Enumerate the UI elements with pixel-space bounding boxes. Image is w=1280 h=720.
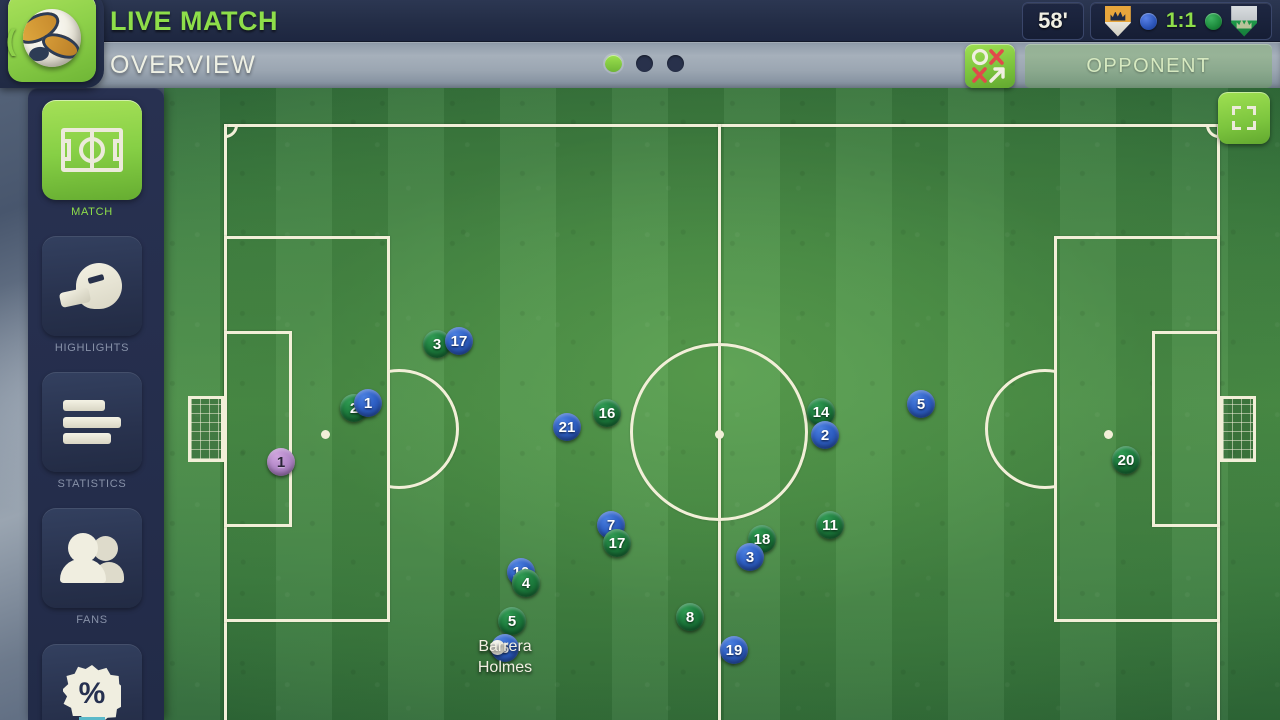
sidebar-item-fans[interactable]: FANS [42,508,142,626]
app-root: 12131721161425207171831110456819Barrera … [0,0,1280,720]
soccer-ball-icon[interactable] [8,0,96,82]
scoreboard[interactable]: 1:1 [1090,2,1272,40]
player-marker[interactable]: 1 [267,448,295,476]
player-marker[interactable]: 8 [676,603,704,631]
section-title: OVERVIEW [110,51,257,79]
player-marker[interactable]: 5 [498,607,526,635]
sidebar-label-statistics: STATISTICS [57,478,127,490]
match-clock: 58' [1022,2,1084,40]
player-marker[interactable]: 19 [720,636,748,664]
left-goal-area [224,331,292,527]
player-marker[interactable]: 3 [736,543,764,571]
right-goal-net [1220,396,1256,462]
whistle-icon [42,236,142,336]
sidebar-label-fans: FANS [76,614,108,626]
player-marker[interactable]: 17 [603,529,631,557]
player-marker[interactable]: 21 [553,413,581,441]
selected-player-name: Barrera Holmes [477,638,533,676]
pitch-view[interactable]: 12131721161425207171831110456819Barrera … [164,88,1280,720]
people-icon [42,508,142,608]
player-marker[interactable]: 5 [907,390,935,418]
pitch-line-top [224,124,1220,127]
player-marker[interactable]: 4 [512,569,540,597]
left-goal-net [188,396,224,462]
percent-badge-icon: % [42,644,142,720]
header: ) LIVE MATCH OVERVIEW 58' 1:1 OPPONENT [0,0,1280,88]
sidebar-label-highlights: HIGHLIGHTS [54,342,130,354]
sidebar-item-match[interactable]: MATCH [42,100,142,218]
right-penalty-spot [1104,430,1113,439]
sidebar-item-statistics[interactable]: STATISTICS [42,372,142,490]
sidebar-label-match: MATCH [71,206,113,218]
pitch-icon [42,100,142,200]
opponent-button[interactable]: OPPONENT [1025,44,1272,88]
center-spot [715,430,724,439]
player-marker[interactable]: 17 [445,327,473,355]
away-possession-dot [1205,12,1223,30]
home-possession-dot [1139,12,1157,30]
fullscreen-icon[interactable] [1218,92,1270,144]
score-value: 1:1 [1165,9,1197,32]
sidebar-item-percent[interactable]: % [42,644,142,720]
sidebar-item-highlights[interactable]: HIGHLIGHTS [42,236,142,354]
player-marker[interactable]: 16 [593,399,621,427]
player-marker[interactable]: 11 [816,511,844,539]
page-dots[interactable] [605,55,684,72]
page-dot-1[interactable] [605,55,622,72]
page-dot-3[interactable] [667,55,684,72]
page-title: LIVE MATCH [110,6,278,36]
home-team-crest-icon [1104,5,1131,37]
player-marker[interactable]: 1 [354,389,382,417]
left-penalty-spot [321,430,330,439]
match-clock-value: 58' [1038,8,1068,33]
right-goal-area [1152,331,1220,527]
player-marker[interactable]: 2 [811,421,839,449]
tactics-board-icon[interactable] [965,44,1015,88]
away-team-crest-icon [1231,5,1258,37]
page-dot-2[interactable] [636,55,653,72]
sidebar: MATCH HIGHLIGHTS STATISTICS FANS % [28,88,164,720]
back-arrow-icon[interactable]: ) [6,24,16,57]
bars-icon [42,372,142,472]
player-marker[interactable]: 20 [1112,446,1140,474]
